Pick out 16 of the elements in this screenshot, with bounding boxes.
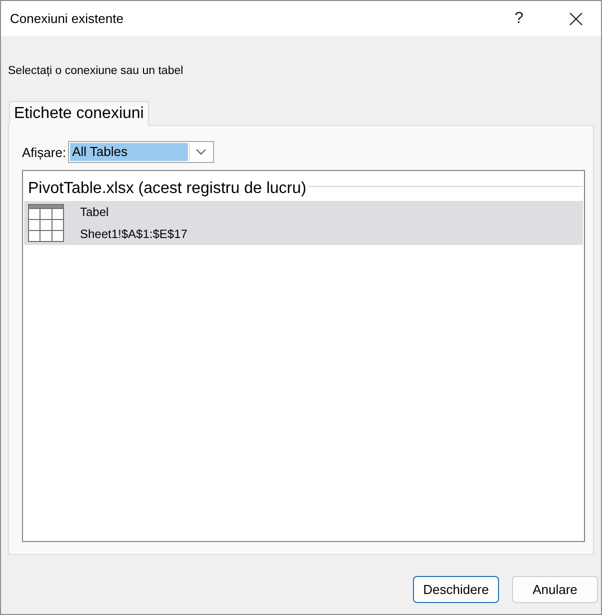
help-button[interactable]: ? [504,4,534,34]
chevron-icon [196,149,206,155]
tab[interactable]: Etichete conexiuni [9,101,149,126]
dialog-button[interactable]: Deschidere [413,576,499,603]
dropdown-value[interactable]: All Tables [70,143,188,161]
connection-item[interactable]: Tabel Sheet1!$A$1:$E$17 [24,201,583,245]
show-dropdown[interactable]: All Tables [68,141,214,163]
instruction-text: Selectați o conexiune sau un tabel [8,64,184,78]
item-name: Tabel [80,204,109,221]
item-range: Sheet1!$A$1:$E$17 [80,226,188,243]
close-icon [569,12,583,26]
table-icon [28,204,64,242]
dialog-button[interactable]: Anulare [512,576,598,603]
window-title: Conexiuni existente [10,11,124,26]
group-header: PivotTable.xlsx (acest registru de lucru) [28,179,306,198]
show-label: Afișare: [22,144,66,160]
